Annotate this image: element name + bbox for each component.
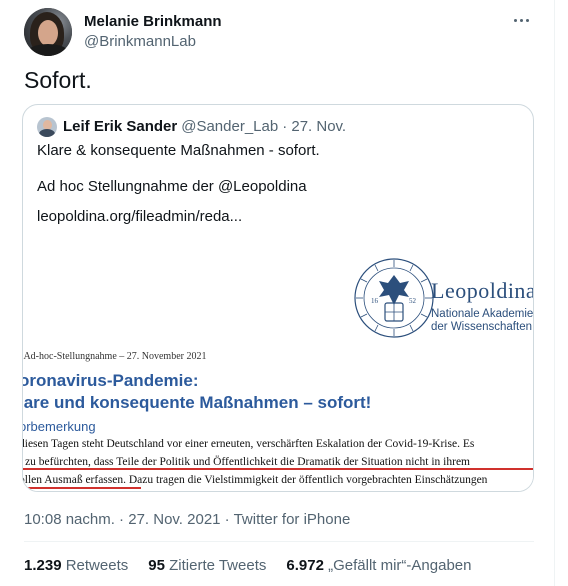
author-handle[interactable]: @BrinkmannLab: [84, 32, 222, 52]
quoted-date: · 27. Nov.: [282, 118, 347, 135]
quoted-tweet-header: Leif Erik Sander @Sander_Lab · 27. Nov.: [37, 117, 346, 137]
seal-year-left: 16: [371, 297, 379, 305]
quoted-document-image: 16 52 Leopoldina Nationale Akademie der …: [23, 239, 534, 491]
stat-label: Zitierte Tweets: [169, 557, 267, 574]
quoted-tweet[interactable]: Leif Erik Sander @Sander_Lab · 27. Nov. …: [22, 104, 534, 492]
divider: [24, 541, 534, 542]
tweet-text: Sofort.: [24, 67, 92, 93]
stat-label: Retweets: [65, 557, 129, 574]
tweet-author[interactable]: Melanie Brinkmann @BrinkmannLab: [24, 8, 222, 56]
stat-count: 6.972: [286, 557, 324, 574]
stat-retweets[interactable]: 1.239 Retweets: [24, 556, 128, 576]
red-underline: [23, 468, 533, 470]
stat-count: 95: [148, 557, 165, 574]
quoted-author-handle: @Sander_Lab: [181, 118, 279, 135]
tweet-detail: Melanie Brinkmann @BrinkmannLab Sofort. …: [0, 0, 555, 586]
author-display-name[interactable]: Melanie Brinkmann: [84, 12, 222, 32]
document-paragraph-line: ollen Ausmaß erfassen. Dazu tragen die V…: [23, 474, 488, 486]
avatar[interactable]: [24, 8, 72, 56]
document-paragraph-line: diesen Tagen steht Deutschland vor einer…: [23, 438, 475, 450]
author-names: Melanie Brinkmann @BrinkmannLab: [84, 12, 222, 52]
document-meta: . Ad-hoc-Stellungnahme – 27. November 20…: [23, 351, 207, 362]
quoted-text-line: Klare & konsequente Maßnahmen - sofort.: [37, 142, 320, 159]
stat-quote-tweets[interactable]: 95 Zitierte Tweets: [148, 556, 266, 576]
document-subheading: orbemerkung: [23, 419, 96, 434]
document-paragraph-line: t zu befürchten, dass Teile der Politik …: [23, 456, 470, 468]
document-org-sub2: der Wissenschaften: [431, 321, 532, 333]
more-options-icon[interactable]: [510, 10, 532, 30]
quoted-avatar: [37, 117, 57, 137]
quoted-link: leopoldina.org/fileadmin/reda...: [37, 208, 243, 225]
document-heading: lare und konsequente Maßnahmen – sofort!: [23, 393, 372, 412]
document-heading: oronavirus-Pandemie:: [23, 371, 199, 390]
leopoldina-seal-icon: 16 52: [354, 258, 434, 338]
quoted-author-name: Leif Erik Sander: [63, 118, 178, 135]
tweet-stats: 1.239 Retweets 95 Zitierte Tweets 6.972 …: [24, 556, 491, 576]
stat-likes[interactable]: 6.972 „Gefällt mir“-Angaben: [286, 556, 471, 576]
quoted-text-line: Ad hoc Stellungnahme der @Leopoldina: [37, 178, 307, 195]
seal-year-right: 52: [409, 297, 417, 305]
red-underline: [23, 487, 141, 489]
document-org-sub1: Nationale Akademie: [431, 308, 534, 320]
document-org-name: Leopoldina: [431, 278, 534, 303]
stat-count: 1.239: [24, 557, 62, 574]
stat-label: „Gefällt mir“-Angaben: [328, 557, 472, 574]
tweet-timestamp[interactable]: 10:08 nachm. · 27. Nov. 2021 · Twitter f…: [24, 510, 350, 530]
